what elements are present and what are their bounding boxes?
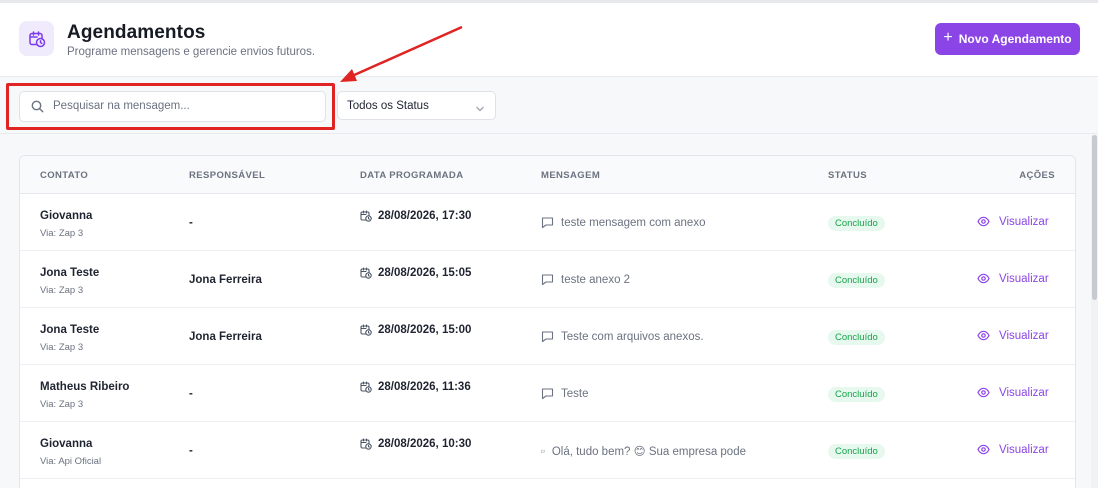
page-subtitle: Programe mensagens e gerencie envios fut… bbox=[67, 46, 316, 58]
eye-icon bbox=[977, 444, 990, 455]
contact-channel: Via: Zap 3 bbox=[40, 285, 84, 296]
annotation-highlight-box bbox=[6, 83, 335, 130]
message-text: teste anexo 2 bbox=[561, 273, 631, 286]
view-label: Visualizar bbox=[999, 329, 1049, 342]
scrollbar-thumb[interactable] bbox=[1092, 135, 1097, 300]
scheduled-date-text: 28/08/2026, 15:00 bbox=[378, 324, 472, 336]
contact-name: Jona Teste bbox=[40, 324, 100, 336]
view-label: Visualizar bbox=[999, 443, 1049, 456]
contact-channel: Via: Zap 3 bbox=[40, 399, 84, 410]
message-preview: teste mensagem com anexo bbox=[541, 216, 746, 229]
status-badge: Concluído bbox=[828, 444, 885, 459]
new-schedule-label: Novo Agendamento bbox=[958, 32, 1072, 46]
col-mensagem: MENSAGEM bbox=[541, 170, 601, 181]
view-button[interactable]: Visualizar bbox=[977, 215, 1049, 228]
contact-name: Matheus Ribeiro bbox=[40, 381, 130, 393]
page-header: Agendamentos Programe mensagens e gerenc… bbox=[0, 3, 1098, 77]
responsible-name: - bbox=[189, 217, 193, 229]
contact-channel: Via: Zap 3 bbox=[40, 342, 84, 353]
status-filter-select[interactable]: Todos os Status bbox=[337, 91, 496, 120]
status-badge: Concluído bbox=[828, 273, 885, 288]
filter-bar: Pesquisar na mensagem... Todos os Status bbox=[0, 78, 1098, 134]
col-contato: CONTATO bbox=[40, 170, 89, 181]
responsible-name: Jona Ferreira bbox=[189, 274, 262, 286]
message-icon bbox=[541, 449, 545, 453]
col-responsavel: RESPONSÁVEL bbox=[189, 170, 266, 181]
table-row: Giovanna Via: Api Oficial - 28/08/2026, … bbox=[20, 422, 1075, 479]
status-badge: Concluído bbox=[828, 330, 885, 345]
scheduled-date-text: 28/08/2026, 17:30 bbox=[378, 210, 472, 222]
responsible-name: - bbox=[189, 445, 193, 457]
message-icon bbox=[541, 388, 554, 400]
contact-name: Giovanna bbox=[40, 438, 93, 450]
table-header: CONTATO RESPONSÁVEL DATA PROGRAMADA MENS… bbox=[20, 156, 1075, 194]
calendar-clock-icon bbox=[360, 381, 372, 393]
scheduled-date: 28/08/2026, 10:30 bbox=[360, 438, 471, 450]
contact-channel: Via: Zap 3 bbox=[40, 228, 84, 239]
calendar-clock-icon bbox=[360, 438, 372, 450]
chevron-down-icon bbox=[475, 101, 485, 119]
message-text: teste mensagem com anexo bbox=[561, 216, 706, 229]
responsible-name: - bbox=[189, 388, 193, 400]
scheduled-date: 28/08/2026, 11:36 bbox=[360, 381, 471, 393]
contact-channel: Via: Api Oficial bbox=[40, 456, 102, 467]
view-button[interactable]: Visualizar bbox=[977, 443, 1049, 456]
schedules-table: CONTATO RESPONSÁVEL DATA PROGRAMADA MENS… bbox=[19, 155, 1076, 488]
status-badge: Concluído bbox=[828, 387, 885, 402]
eye-icon bbox=[977, 387, 990, 398]
table-row: Matheus Ribeiro Via: Zap 3 - 28/08/2026,… bbox=[20, 365, 1075, 422]
scheduled-date-text: 28/08/2026, 10:30 bbox=[378, 438, 472, 450]
col-data: DATA PROGRAMADA bbox=[360, 170, 464, 181]
message-preview: Olá, tudo bem? 😊 Sua empresa pode bbox=[541, 444, 746, 458]
col-status: STATUS bbox=[828, 170, 867, 181]
calendar-clock-icon bbox=[360, 210, 372, 222]
scheduled-date: 28/08/2026, 15:05 bbox=[360, 267, 471, 279]
message-icon bbox=[541, 331, 554, 343]
table-row: Jona Teste Via: Zap 3 Jona Ferreira 28/0… bbox=[20, 251, 1075, 308]
plus-icon: + bbox=[943, 29, 953, 46]
table-row: Jona Teste Via: Zap 3 Jona Ferreira 28/0… bbox=[20, 308, 1075, 365]
status-badge: Concluído bbox=[828, 216, 885, 231]
responsible-name: Jona Ferreira bbox=[189, 331, 262, 343]
calendar-clock-icon bbox=[19, 21, 54, 56]
status-filter-value: Todos os Status bbox=[347, 100, 429, 112]
page-scrollbar[interactable] bbox=[1091, 135, 1098, 488]
col-acoes: AÇÕES bbox=[1019, 170, 1055, 181]
message-icon bbox=[541, 217, 554, 229]
view-button[interactable]: Visualizar bbox=[977, 386, 1049, 399]
calendar-clock-icon bbox=[360, 324, 372, 336]
message-text: Teste com arquivos anexos. bbox=[561, 330, 704, 343]
eye-icon bbox=[977, 330, 990, 341]
view-label: Visualizar bbox=[999, 272, 1049, 285]
eye-icon bbox=[977, 273, 990, 284]
view-button[interactable]: Visualizar bbox=[977, 329, 1049, 342]
contact-name: Jona Teste bbox=[40, 267, 100, 279]
page-title: Agendamentos bbox=[67, 22, 206, 43]
scheduled-date: 28/08/2026, 15:00 bbox=[360, 324, 471, 336]
contact-name: Giovanna bbox=[40, 210, 93, 222]
scheduled-date-text: 28/08/2026, 15:05 bbox=[378, 267, 472, 279]
view-label: Visualizar bbox=[999, 386, 1049, 399]
message-text: Teste bbox=[561, 387, 589, 400]
scheduled-date: 28/08/2026, 17:30 bbox=[360, 210, 471, 222]
eye-icon bbox=[977, 216, 990, 227]
message-preview: Teste com arquivos anexos. bbox=[541, 330, 746, 343]
view-button[interactable]: Visualizar bbox=[977, 272, 1049, 285]
new-schedule-button[interactable]: + Novo Agendamento bbox=[935, 23, 1080, 55]
message-icon bbox=[541, 274, 554, 286]
calendar-clock-icon bbox=[360, 267, 372, 279]
message-text: Olá, tudo bem? 😊 Sua empresa pode bbox=[551, 446, 746, 458]
view-label: Visualizar bbox=[999, 215, 1049, 228]
message-preview: Teste bbox=[541, 387, 746, 400]
scheduled-date-text: 28/08/2026, 11:36 bbox=[378, 381, 471, 393]
table-row: Giovanna Via: Zap 3 - 28/08/2026, 17:30 … bbox=[20, 194, 1075, 251]
message-preview: teste anexo 2 bbox=[541, 273, 746, 286]
